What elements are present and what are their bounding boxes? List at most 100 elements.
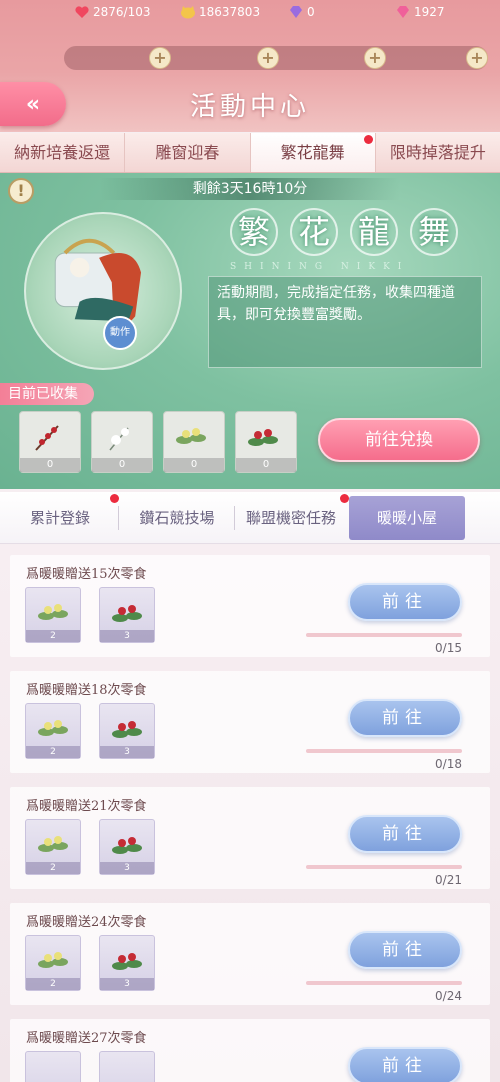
task-title: 爲暖暖贈送24次零食 — [26, 915, 147, 930]
progress-text: 0/21 — [435, 873, 462, 887]
add-pink-diamond-button[interactable]: + — [466, 47, 488, 69]
reward-item[interactable]: 2 — [25, 819, 81, 875]
task-tab-bar: 累計登錄 鑽石競技場 聯盟機密任務 暖暖小屋 — [0, 492, 500, 544]
gold-cat-icon — [181, 6, 195, 19]
add-purple-diamond-button[interactable]: + — [364, 47, 386, 69]
event-countdown: 剩餘3天16時10分 — [100, 178, 400, 200]
task-title: 爲暖暖贈送21次零食 — [26, 799, 147, 814]
tab-alliance-secret-task[interactable]: 聯盟機密任務 — [236, 492, 346, 544]
heart-icon — [75, 6, 89, 18]
add-stamina-button[interactable]: + — [149, 47, 171, 69]
reward-item[interactable]: 2 — [25, 587, 81, 643]
go-button[interactable]: 前往 — [348, 1047, 462, 1082]
task-card: 爲暖暖贈送18次零食 2 3 前往 0/18 — [10, 671, 490, 773]
tab-nikki-house[interactable]: 暖暖小屋 — [349, 496, 465, 540]
event-tab-bar: 納新培養返還 雕窗迎春 繁花龍舞 限時掉落提升 — [0, 133, 500, 173]
tab-label: 納新培養返還 — [14, 143, 111, 162]
tab-divider — [118, 506, 119, 530]
task-title: 爲暖暖贈送27次零食 — [26, 1031, 147, 1046]
progress-text: 0/24 — [435, 989, 462, 1003]
white-flower-icon — [109, 427, 129, 451]
reward-item[interactable]: 2 — [25, 1051, 81, 1082]
red-berry-icon — [112, 721, 142, 738]
purple-diamond-icon — [290, 6, 302, 18]
reward-item[interactable]: 3 — [99, 703, 155, 759]
gold-value: 18637803 — [199, 5, 261, 19]
go-button[interactable]: 前往 — [348, 815, 462, 853]
progress-bar — [306, 865, 462, 869]
title-char: 龍 — [350, 208, 398, 256]
task-card: 爲暖暖贈送27次零食 2 3 前往 — [10, 1019, 490, 1082]
reward-count: 3 — [100, 630, 154, 642]
yellow-flower-icon — [38, 952, 68, 968]
tab-divider — [234, 506, 235, 530]
task-title: 爲暖暖贈送18次零食 — [26, 683, 147, 698]
info-icon[interactable]: ! — [8, 178, 34, 204]
yellow-flower-icon — [38, 604, 68, 620]
reward-item[interactable]: 2 — [25, 703, 81, 759]
reward-count: 2 — [26, 862, 80, 874]
red-berry-icon — [248, 429, 278, 446]
go-button[interactable]: 前往 — [348, 699, 462, 737]
reward-item[interactable]: 3 — [99, 819, 155, 875]
progress-bar — [306, 981, 462, 985]
collected-label: 目前已收集 — [0, 383, 94, 405]
tab-label: 限時掉落提升 — [389, 143, 486, 162]
collected-item-slot[interactable]: 0 — [235, 411, 297, 473]
tab-drop-boost[interactable]: 限時掉落提升 — [376, 133, 500, 172]
item-count: 0 — [20, 458, 80, 472]
tab-diamond-arena[interactable]: 鑽石競技場 — [122, 492, 232, 544]
yellow-flower-icon — [38, 720, 68, 736]
tab-login-total[interactable]: 累計登錄 — [10, 492, 110, 544]
event-subtitle: SHINING NIKKI — [230, 262, 410, 272]
motion-badge[interactable]: 動作 — [103, 316, 137, 350]
tab-window-spring[interactable]: 雕窗迎春 — [125, 133, 251, 172]
reward-count: 3 — [100, 862, 154, 874]
go-button[interactable]: 前往 — [348, 583, 462, 621]
reward-item[interactable]: 3 — [99, 1051, 155, 1082]
notification-dot — [340, 494, 349, 503]
reward-item[interactable]: 3 — [99, 587, 155, 643]
tab-label: 繁花龍舞 — [280, 143, 345, 162]
pink-diamond-value: 1927 — [414, 5, 445, 19]
collected-item-slot[interactable]: 0 — [163, 411, 225, 473]
task-list[interactable]: 爲暖暖贈送15次零食 2 3 前往 0/15 爲暖暖贈送18次零食 2 3 前往… — [0, 545, 500, 1082]
task-card: 爲暖暖贈送21次零食 2 3 前往 0/21 — [10, 787, 490, 889]
tab-newbie-return[interactable]: 納新培養返還 — [0, 133, 126, 172]
go-button[interactable]: 前往 — [348, 931, 462, 969]
reward-count: 2 — [26, 746, 80, 758]
tab-label: 暖暖小屋 — [376, 509, 437, 527]
exchange-button-label: 前往兌換 — [365, 430, 433, 450]
purple-diamond-value: 0 — [307, 5, 315, 19]
add-gold-button[interactable]: + — [257, 47, 279, 69]
collected-item-slot[interactable]: 0 — [19, 411, 81, 473]
title-char: 繁 — [230, 208, 278, 256]
progress-bar — [306, 633, 462, 637]
yellow-flower-icon — [176, 428, 206, 444]
notification-dot — [363, 135, 373, 144]
reward-item[interactable]: 3 — [99, 935, 155, 991]
red-berry-icon — [112, 605, 142, 622]
purple-diamond-display: 0 — [288, 0, 315, 24]
pink-diamond-icon — [397, 6, 409, 18]
featured-item-frame — [24, 212, 182, 370]
page-title: 活動中心 — [189, 92, 310, 122]
purse-shoe-icon — [54, 238, 142, 325]
task-card: 爲暖暖贈送15次零食 2 3 前往 0/15 — [10, 555, 490, 657]
reward-count: 3 — [100, 746, 154, 758]
red-berry-icon — [112, 953, 142, 970]
collected-item-slot[interactable]: 0 — [91, 411, 153, 473]
go-exchange-button[interactable]: 前往兌換 — [318, 418, 480, 462]
reward-count: 2 — [26, 630, 80, 642]
tab-label: 鑽石競技場 — [139, 509, 215, 527]
reward-item[interactable]: 2 — [25, 935, 81, 991]
notification-dot — [110, 494, 119, 503]
task-card: 爲暖暖贈送24次零食 2 3 前往 0/24 — [10, 903, 490, 1005]
tab-flower-dragon-dance[interactable]: 繁花龍舞 — [250, 133, 376, 172]
reward-count: 3 — [100, 978, 154, 990]
item-count: 0 — [236, 458, 296, 472]
pink-diamond-display: 1927 — [395, 0, 445, 24]
plum-branch-icon — [35, 425, 59, 451]
stamina-display: 2876/103 — [74, 0, 151, 24]
reward-count: 2 — [26, 978, 80, 990]
